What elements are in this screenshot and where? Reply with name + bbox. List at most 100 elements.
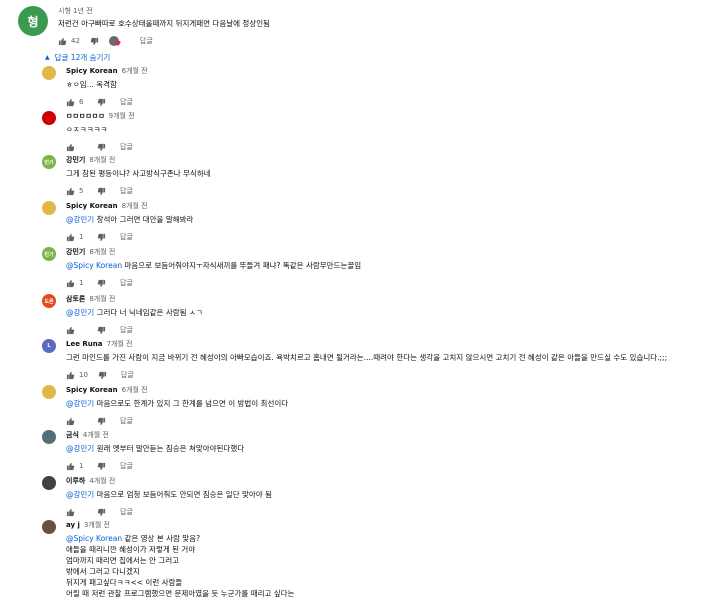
reply-button[interactable]: 답글 — [120, 142, 133, 152]
mention-link[interactable]: @Spicy Korean — [66, 261, 122, 270]
like-icon[interactable] — [66, 508, 75, 517]
mention-link[interactable]: @강민기 — [66, 308, 94, 317]
dislike-icon[interactable] — [97, 279, 106, 288]
mention-link[interactable]: @Spicy Korean — [66, 534, 122, 543]
reply-text-line: 그게 참된 평등이냐? 사고방식구존나 무식하네 — [66, 168, 211, 179]
reply-avatar[interactable] — [42, 430, 56, 444]
like-icon[interactable] — [66, 187, 75, 196]
dislike-icon[interactable] — [97, 508, 106, 517]
dislike-icon[interactable] — [97, 98, 106, 107]
reply-time[interactable]: 7개월 전 — [106, 340, 132, 348]
reply-button[interactable]: 답글 — [120, 461, 133, 471]
like-icon[interactable] — [66, 279, 75, 288]
reply-time[interactable]: 9개월 전 — [109, 112, 135, 120]
reply-avatar[interactable]: 민기 — [42, 155, 56, 169]
reply-button[interactable]: 답글 — [120, 278, 133, 288]
dislike-icon[interactable] — [97, 187, 106, 196]
reply-button[interactable]: 답글 — [121, 370, 134, 380]
reply-avatar[interactable] — [42, 385, 56, 399]
mention-link[interactable]: @강민기 — [66, 399, 94, 408]
top-comment-avatar[interactable]: 형 — [18, 6, 48, 36]
like-icon[interactable] — [66, 326, 75, 335]
reply-author[interactable]: 삼토론 — [66, 295, 85, 303]
like-icon[interactable] — [66, 143, 75, 152]
mention-link[interactable]: @강민기 — [66, 490, 94, 499]
reply-time[interactable]: 8개월 전 — [89, 295, 115, 303]
reply-text-line: 그런 마인드를 가진 사람이 지금 바뀌기 전 혜성이의 아빠모습이죠. 욕박치… — [66, 352, 667, 363]
reply-avatar[interactable] — [42, 201, 56, 215]
dislike-icon[interactable] — [90, 37, 99, 46]
mention-link[interactable]: @강민기 — [66, 215, 94, 224]
reply-time[interactable]: 8개월 전 — [89, 248, 115, 256]
reply-body: ㅁㅁㅁㅁㅁㅁ 9개월 전 ㅇㅈㅋㅋㅋㅋ 답글 — [66, 111, 135, 153]
reply-actions: 10 답글 — [66, 369, 667, 381]
reply-author[interactable]: Lee Runa — [66, 340, 102, 348]
reply-avatar[interactable]: 민기 — [42, 247, 56, 261]
mention-link[interactable]: @강민기 — [66, 444, 94, 453]
hide-replies-button[interactable]: ▲ 답글 12개 숨기기 — [45, 52, 110, 63]
reply-author[interactable]: Spicy Korean — [66, 202, 118, 210]
dislike-icon[interactable] — [97, 233, 106, 242]
reply-author[interactable]: Spicy Korean — [66, 67, 118, 75]
reply-meta: Spicy Korean 8개월 전 — [66, 201, 193, 211]
like-icon[interactable] — [66, 233, 75, 242]
reply-text: 그런 마인드를 가진 사람이 지금 바뀌기 전 혜성이의 아빠모습이죠. 욕박치… — [66, 353, 668, 362]
reply-text-line: @강민기 그러다 너 닉네임같은 사람됨 ㅅㄱ — [66, 307, 203, 318]
reply-avatar[interactable] — [42, 66, 56, 80]
reply-author[interactable]: Spicy Korean — [66, 386, 118, 394]
dislike-icon[interactable] — [97, 326, 106, 335]
reply-avatar[interactable]: L — [42, 339, 56, 353]
dislike-icon[interactable] — [97, 417, 106, 426]
reply-time[interactable]: 4개월 전 — [83, 431, 109, 439]
reply-author[interactable]: 이루하 — [66, 477, 85, 485]
reply-avatar[interactable] — [42, 520, 56, 534]
reply-actions: 답글 — [66, 141, 135, 153]
reply-author[interactable]: 금식 — [66, 431, 79, 439]
reply-meta: 이루하 4개월 전 — [66, 476, 272, 486]
dislike-icon[interactable] — [97, 143, 106, 152]
reply-actions: 답글 — [66, 415, 288, 427]
reply-button[interactable]: 답글 — [120, 186, 133, 196]
reply-meta: Spicy Korean 6개월 전 — [66, 66, 148, 76]
reply-author[interactable]: ㅁㅁㅁㅁㅁㅁ — [66, 112, 105, 120]
like-icon[interactable] — [66, 371, 75, 380]
reply-meta: 삼토론 8개월 전 — [66, 294, 203, 304]
reply-time[interactable]: 8개월 전 — [89, 156, 115, 164]
reply-time[interactable]: 6개월 전 — [122, 67, 148, 75]
reply-meta: ay j 3개월 전 — [66, 520, 294, 530]
reply-avatar[interactable]: 도론 — [42, 294, 56, 308]
reply-button[interactable]: 답글 — [120, 416, 133, 426]
reply-text: 애들을 때리니깐 혜성이가 저렇게 된 거야 — [66, 545, 196, 554]
like-count: 1 — [79, 279, 84, 287]
like-icon[interactable] — [66, 98, 75, 107]
reply-text: 마음으로 보듬어줘야지ㅜ자식새끼를 뚜들겨 패냐? 똑같은 사람무만드는꼴임 — [122, 261, 362, 270]
reply-button[interactable]: 답글 — [120, 97, 133, 107]
like-icon[interactable] — [58, 37, 67, 46]
reply-time[interactable]: 6개월 전 — [122, 386, 148, 394]
dislike-icon[interactable] — [98, 371, 107, 380]
top-comment-meta: 시형 1년 전 — [58, 7, 93, 15]
reply-button[interactable]: 답글 — [140, 36, 153, 46]
reply-text: 같은 영상 본 사람 맞음? — [122, 534, 201, 543]
reply-meta: 금식 4개월 전 — [66, 430, 244, 440]
reply-author[interactable]: 강민기 — [66, 156, 85, 164]
dislike-icon[interactable] — [97, 462, 106, 471]
like-icon[interactable] — [66, 417, 75, 426]
reply-time[interactable]: 3개월 전 — [84, 521, 110, 529]
reply-text-line: @강민기 마음으로 엄청 보듬어줘도 안되면 짐승은 일단 맞아야 됨 — [66, 489, 272, 500]
reply-button[interactable]: 답글 — [120, 325, 133, 335]
reply-time[interactable]: 8개월 전 — [122, 202, 148, 210]
top-comment-actions: 42 ♥ 답글 — [58, 35, 270, 47]
reply-text-line: 엄마까지 때리면 집에서는 안 그러고 — [66, 555, 294, 566]
reply-text: 마음으로도 한계가 있지 그 한계를 넘으면 이 방법이 최선이다 — [94, 399, 289, 408]
reply-button[interactable]: 답글 — [120, 507, 133, 517]
reply-actions: 5 답글 — [66, 185, 211, 197]
reply-author[interactable]: ay j — [66, 521, 80, 529]
reply-button[interactable]: 답글 — [120, 232, 133, 242]
reply-time[interactable]: 4개월 전 — [89, 477, 115, 485]
reply-avatar[interactable] — [42, 476, 56, 490]
reply-author[interactable]: 강민기 — [66, 248, 85, 256]
like-icon[interactable] — [66, 462, 75, 471]
reply-avatar[interactable] — [42, 111, 56, 125]
avatar-initials: 도론 — [44, 298, 54, 305]
